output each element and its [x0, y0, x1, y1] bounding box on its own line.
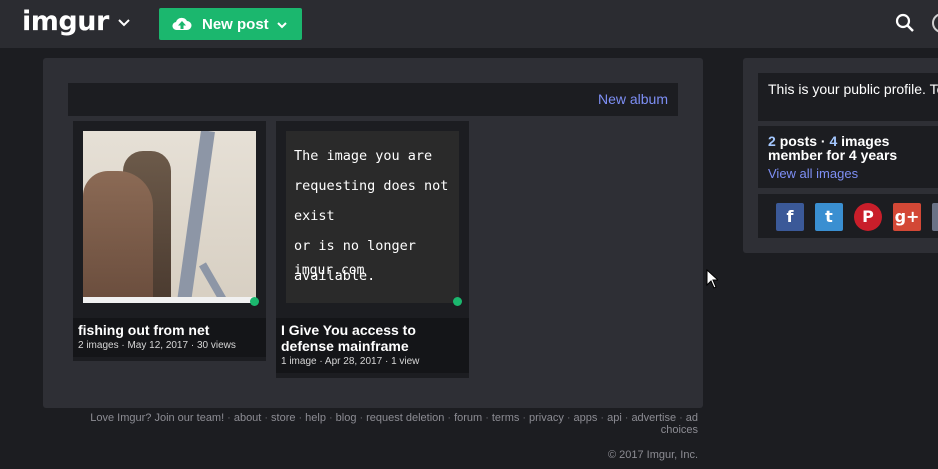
footer-link[interactable]: api [607, 412, 622, 424]
post-meta: 1 image · Apr 28, 2017 · 1 view [281, 356, 420, 367]
post-meta: 2 images · May 12, 2017 · 30 views [78, 340, 236, 351]
post-thumbnail[interactable] [83, 131, 256, 303]
missing-image-line: or is no longer available. [294, 238, 416, 284]
footer-link[interactable]: blog [336, 412, 357, 424]
post-title[interactable]: fishing out from net [73, 318, 266, 338]
footer-link[interactable]: apps [574, 412, 598, 424]
facebook-icon[interactable]: f [776, 203, 804, 231]
footer-link[interactable]: Love Imgur? Join our team! [90, 412, 224, 424]
member-since: member for 4 years [768, 147, 898, 163]
post-card[interactable]: fishing out from net 2 images · May 12, … [73, 121, 266, 361]
google-plus-icon[interactable]: g+ [893, 203, 921, 231]
footer-link[interactable]: forum [454, 412, 482, 424]
missing-image-site: imgur.com [294, 263, 365, 278]
imgur-logo[interactable]: imgur [22, 6, 109, 37]
profile-bio[interactable]: This is your public profile. Tell us abo… [758, 73, 938, 121]
footer-link[interactable]: request deletion [366, 412, 444, 424]
view-all-images-link[interactable]: View all images [768, 166, 938, 181]
status-dot [250, 297, 259, 306]
pinterest-icon[interactable]: P [854, 203, 882, 231]
mouse-cursor-icon [706, 269, 718, 289]
profile-sidebar: This is your public profile. Tell us abo… [743, 58, 938, 253]
post-title[interactable]: I Give You access to defense mainframe [276, 318, 469, 354]
profile-stats: 2 posts · 4 images member for 4 years Vi… [758, 126, 938, 188]
footer-link[interactable]: help [305, 412, 326, 424]
footer-link[interactable]: store [271, 412, 295, 424]
social-share-bar: f t P g+ [758, 194, 938, 238]
footer-link[interactable]: about [234, 412, 262, 424]
top-bar: imgur New post [0, 0, 938, 48]
twitter-icon[interactable]: t [815, 203, 843, 231]
search-icon[interactable] [895, 13, 915, 33]
cloud-upload-icon [172, 17, 192, 31]
post-thumbnail[interactable]: The image you are requesting does not ex… [286, 131, 459, 303]
missing-image-line: requesting does not exist [294, 178, 449, 224]
chevron-down-icon [277, 22, 287, 29]
user-avatar[interactable] [932, 13, 938, 33]
footer-link[interactable]: privacy [529, 412, 564, 424]
new-post-button[interactable]: New post [159, 8, 302, 40]
new-post-label: New post [202, 16, 269, 33]
copyright: © 2017 Imgur, Inc. [607, 449, 698, 461]
post-card[interactable]: The image you are requesting does not ex… [276, 121, 469, 378]
status-dot [453, 297, 462, 306]
new-album-link[interactable]: New album [598, 91, 668, 107]
album-bar: New album [68, 83, 678, 116]
missing-image-line: The image you are [294, 148, 433, 164]
footer-links: Love Imgur? Join our team! · about · store · h… [90, 412, 698, 436]
chevron-down-icon[interactable] [117, 16, 131, 30]
posts-panel: New album fishing out from net 2 images … [43, 58, 703, 408]
footer-link[interactable]: advertise [631, 412, 676, 424]
share-icon[interactable] [932, 203, 938, 231]
footer-link[interactable]: terms [492, 412, 520, 424]
